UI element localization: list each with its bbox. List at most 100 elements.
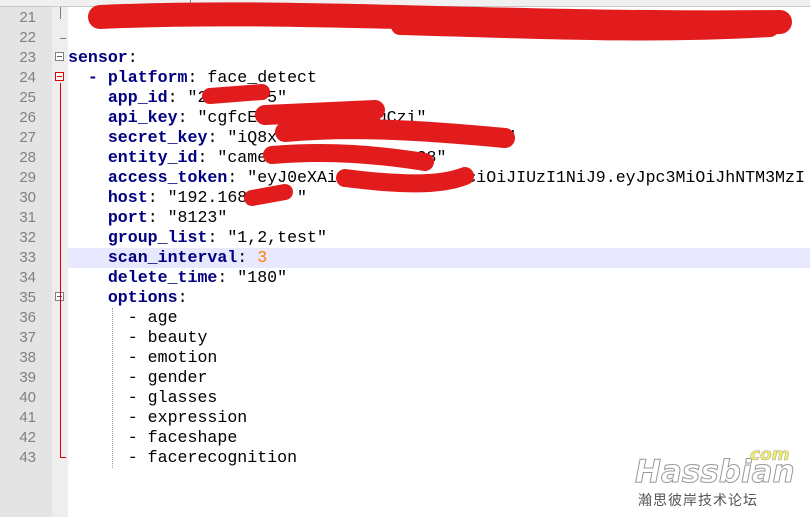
yaml-text: - expression [68,408,248,427]
code-line[interactable]: 21 [0,8,810,28]
yaml-text [68,148,108,167]
yaml-key: group_list [107,228,208,247]
code-line[interactable]: 40 - glasses [0,388,810,408]
line-number: 30 [19,189,36,206]
code-line[interactable]: 25 app_id: "2 5" [0,88,810,108]
code-line-current[interactable]: 33 scan_interval: 3 [0,248,810,268]
code-text: app_id: "2 5" [68,88,810,108]
toolbar-separator [190,0,191,6]
code-text: - expression [68,408,810,428]
code-text: delete_time: "180" [68,268,810,288]
code-text: port: "8123" [68,208,810,228]
line-number: 43 [19,449,36,466]
fold-end-marker [60,457,66,458]
line-number: 31 [19,209,36,226]
yaml-text: : [127,48,138,67]
yaml-key: secret_key [107,128,208,147]
code-text: entity_id: "came m_s28" [68,148,810,168]
yaml-text [68,168,108,187]
yaml-text: : "eyJ0eXAiC ciOiJIUzI1NiJ9.eyJpc3MiOiJh… [227,168,805,187]
yaml-text [68,188,108,207]
code-text: sensor: [68,48,810,68]
yaml-text: : "2 5" [167,88,288,107]
code-line[interactable]: 36 - age [0,308,810,328]
yaml-key: platform [107,68,188,87]
yaml-key: access_token [107,168,228,187]
line-number: 38 [19,349,36,366]
code-text: - beauty [68,328,810,348]
toolbar-strip [0,0,810,7]
yaml-text [68,228,108,247]
yaml-text: : [177,288,188,307]
logo-tld: com [750,445,789,465]
yaml-key: port [107,208,148,227]
line-number: 24 [19,69,36,86]
code-line[interactable]: 28 entity_id: "came m_s28" [0,148,810,168]
code-text: - gender [68,368,810,388]
yaml-text [68,88,108,107]
code-text: - emotion [68,348,810,368]
line-number: 25 [19,89,36,106]
yaml-text [68,108,108,127]
yaml-text: : face_detect [187,68,317,87]
yaml-text: : "iQ8x 8cuEi" [207,128,517,147]
code-text: scan_interval: 3 [68,248,810,268]
line-number: 39 [19,369,36,386]
yaml-key: api_key [107,108,178,127]
code-text: host: "192.168 " [68,188,810,208]
code-line[interactable]: 24 - platform: face_detect [0,68,810,88]
yaml-text [68,8,158,27]
yaml-key: options [107,288,178,307]
code-line[interactable]: 39 - gender [0,368,810,388]
code-text: - glasses [68,388,810,408]
fold-toggle-icon[interactable] [55,52,64,61]
code-text: secret_key: "iQ8x 8cuEi" [68,128,810,148]
yaml-text: : "8123" [147,208,228,227]
yaml-text: : "1,2,test" [207,228,327,247]
code-line[interactable]: 27 secret_key: "iQ8x 8cuEi" [0,128,810,148]
yaml-key: delete_time [107,268,218,287]
fold-line-platform [60,83,61,458]
fold-toggle-icon[interactable] [55,72,64,81]
yaml-text: : "180" [217,268,288,287]
line-number: 29 [19,169,36,186]
code-line[interactable]: 35 options: [0,288,810,308]
line-number: 27 [19,129,36,146]
yaml-text [68,268,108,287]
yaml-text [68,128,108,147]
line-number: 42 [19,429,36,446]
indent-guide [112,308,113,468]
code-line[interactable]: 41 - expression [0,408,810,428]
yaml-number: 3 [257,248,268,267]
yaml-key: entity_id [107,148,198,167]
logo-subtitle: 瀚思彼岸技术论坛 [638,493,758,509]
code-line[interactable]: 26 api_key: "cgfcE mnuCzi" [0,108,810,128]
yaml-text [68,208,108,227]
line-number: 23 [19,49,36,66]
code-line[interactable]: 37 - beauty [0,328,810,348]
line-number: 28 [19,149,36,166]
yaml-text: - facerecognition [68,448,298,467]
code-line[interactable]: 32 group_list: "1,2,test" [0,228,810,248]
code-line[interactable]: 34 delete_time: "180" [0,268,810,288]
yaml-text: : "cgfcE mnuCzi" [177,108,427,127]
code-line[interactable]: 29 access_token: "eyJ0eXAiC ciOiJIUzI1Ni… [0,168,810,188]
code-line[interactable]: 30 host: "192.168 " [0,188,810,208]
yaml-key: - [68,68,108,87]
code-line[interactable]: 22 [0,28,810,48]
yaml-key: scan_interval [107,248,238,267]
code-text: options: [68,288,810,308]
line-number: 26 [19,109,36,126]
code-text: access_token: "eyJ0eXAiC ciOiJIUzI1NiJ9.… [68,168,810,188]
code-line[interactable]: 38 - emotion [0,348,810,368]
yaml-text [68,288,108,307]
code-line[interactable]: 31 port: "8123" [0,208,810,228]
yaml-text: - emotion [68,348,218,367]
line-number: 36 [19,309,36,326]
code-line[interactable]: 23 sensor: [0,48,810,68]
yaml-text: : "192.168 " [147,188,308,207]
yaml-key: sensor [68,48,128,67]
line-number: 21 [19,9,36,26]
code-text: api_key: "cgfcE mnuCzi" [68,108,810,128]
